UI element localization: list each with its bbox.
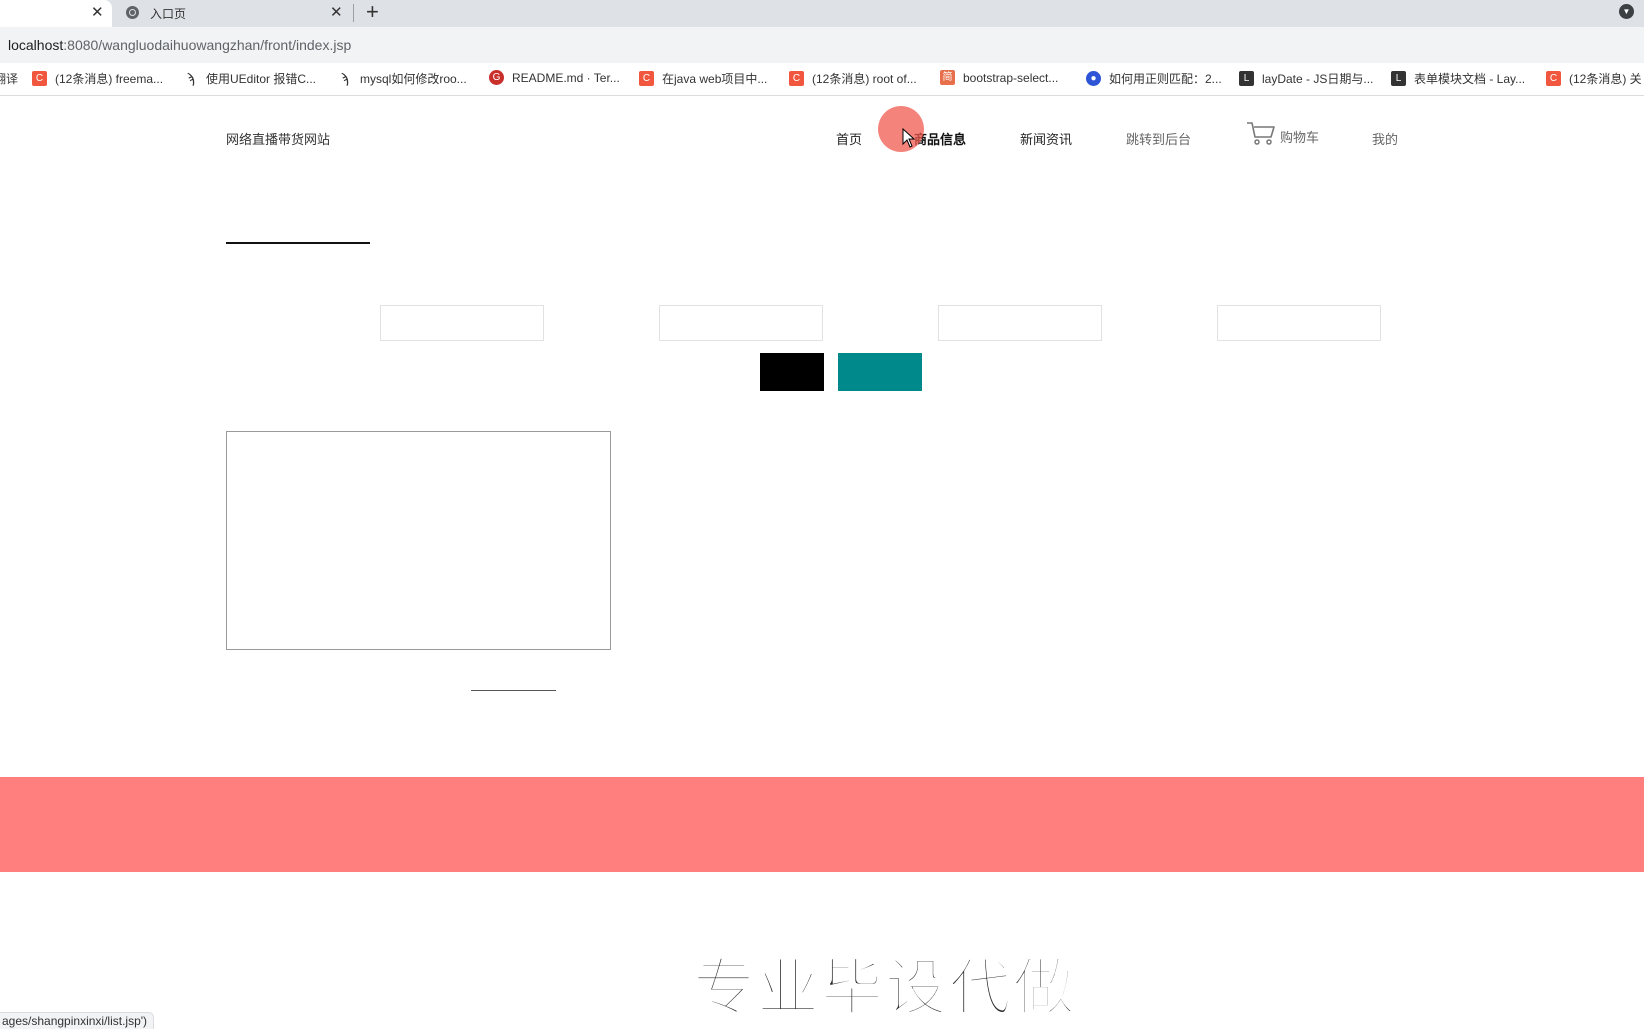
tab-separator	[353, 4, 354, 22]
bookmark-label: 如何用正则匹配：2...	[1109, 72, 1222, 86]
status-bar-url: ages/shangpinxinxi/list.jsp')	[0, 1012, 155, 1029]
bookmark-item[interactable]: C (12条消息) root of...	[789, 70, 917, 87]
search-button[interactable]	[760, 353, 824, 391]
filter-input-2[interactable]	[659, 305, 823, 341]
bookmark-label: (12条消息) root of...	[812, 72, 917, 86]
csdn-icon: C	[1546, 71, 1561, 86]
watermark-overlay: 专业毕设代做	[692, 950, 1077, 1025]
bookmark-item[interactable]: ● 如何用正则匹配：2...	[1086, 70, 1222, 87]
bookmark-label: layDate - JS日期与...	[1262, 72, 1374, 86]
feather-icon: ϡ	[340, 70, 349, 86]
bookmark-item[interactable]: ϡ mysql如何修改roo...	[337, 70, 467, 87]
bookmark-label: mysql如何修改roo...	[360, 72, 467, 86]
cart-icon	[1247, 122, 1275, 145]
feather-icon: ϡ	[186, 70, 195, 86]
bookmark-label: 翻译	[0, 72, 19, 86]
bookmark-label: bootstrap-select...	[963, 70, 1059, 85]
jianshu-icon: 简	[940, 70, 955, 85]
bookmark-item[interactable]: ϡ 使用UEditor 报错C...	[183, 70, 316, 87]
bookmark-label: README.md · Ter...	[512, 70, 620, 85]
nav-mine[interactable]: 我的	[1372, 129, 1398, 148]
baidu-icon: ●	[1086, 71, 1101, 86]
section-title-underline	[226, 242, 370, 244]
bookmark-item[interactable]: 翻译	[0, 70, 18, 87]
bookmark-label: 表单模块文档 - Lay...	[1414, 72, 1526, 86]
nav-cart[interactable]: 购物车	[1246, 120, 1319, 146]
url-text[interactable]: localhost:8080/wangluodaihuowangzhan/fro…	[8, 37, 351, 53]
tab-search-icon[interactable]: ▼	[1619, 4, 1634, 19]
filter-input-1[interactable]	[380, 305, 544, 341]
nav-admin[interactable]: 跳转到后台	[1126, 129, 1191, 148]
close-tab-icon[interactable]: ✕	[330, 3, 343, 21]
tab-title: 入口页	[150, 7, 187, 21]
bookmark-label: 使用UEditor 报错C...	[206, 72, 317, 86]
url-host: localhost	[8, 37, 64, 53]
new-tab-button[interactable]: +	[366, 0, 379, 24]
nav-home[interactable]: 首页	[836, 129, 862, 148]
bookmark-item[interactable]: C (12条消息) freema...	[32, 70, 163, 87]
globe-icon	[126, 6, 139, 19]
bookmark-item[interactable]: G README.md · Ter...	[489, 70, 620, 85]
browser-tab-strip: ✕ 入口页 ✕ + ▼	[0, 0, 1644, 27]
bookmark-item[interactable]: L layDate - JS日期与...	[1239, 70, 1373, 87]
filter-input-4[interactable]	[1217, 305, 1381, 341]
nav-news[interactable]: 新闻资讯	[1020, 129, 1072, 148]
bookmark-label: (12条消息) freema...	[55, 72, 164, 86]
add-button[interactable]	[838, 353, 922, 391]
pagination	[471, 690, 556, 691]
bookmark-item[interactable]: L 表单模块文档 - Lay...	[1391, 70, 1525, 87]
layui-icon: L	[1239, 71, 1254, 86]
bookmark-item[interactable]: C (12条消息) 关	[1546, 70, 1642, 87]
site-title: 网络直播带货网站	[226, 132, 331, 147]
address-bar[interactable]: localhost:8080/wangluodaihuowangzhan/fro…	[0, 27, 1644, 63]
url-path: :8080/wangluodaihuowangzhan/front/index.…	[63, 37, 352, 53]
layui-icon: L	[1391, 71, 1406, 86]
close-tab-icon[interactable]: ✕	[91, 3, 104, 21]
filter-input-3[interactable]	[938, 305, 1102, 341]
bookmark-item[interactable]: 简 bootstrap-select...	[940, 70, 1058, 85]
click-highlight	[878, 106, 924, 152]
tab-entry-page[interactable]: 入口页 ✕	[114, 0, 350, 27]
site-header: 网络直播带货网站 首页 商品信息 新闻资讯 跳转到后台 购物车 我的	[0, 96, 1644, 186]
bookmark-label: (12条消息) 关	[1569, 72, 1642, 86]
gitee-icon: G	[489, 70, 504, 85]
product-card[interactable]	[226, 431, 611, 650]
cart-label: 购物车	[1280, 130, 1320, 145]
csdn-icon: C	[789, 71, 804, 86]
bookmarks-bar: 翻译 C (12条消息) freema... ϡ 使用UEditor 报错C..…	[0, 63, 1644, 96]
bookmark-label: 在java web项目中...	[662, 72, 768, 86]
tab-active[interactable]: ✕	[0, 0, 112, 27]
bookmark-item[interactable]: C 在java web项目中...	[639, 70, 767, 87]
csdn-icon: C	[32, 71, 47, 86]
footer-band	[0, 777, 1644, 872]
mouse-cursor-icon	[902, 128, 916, 148]
csdn-icon: C	[639, 71, 654, 86]
